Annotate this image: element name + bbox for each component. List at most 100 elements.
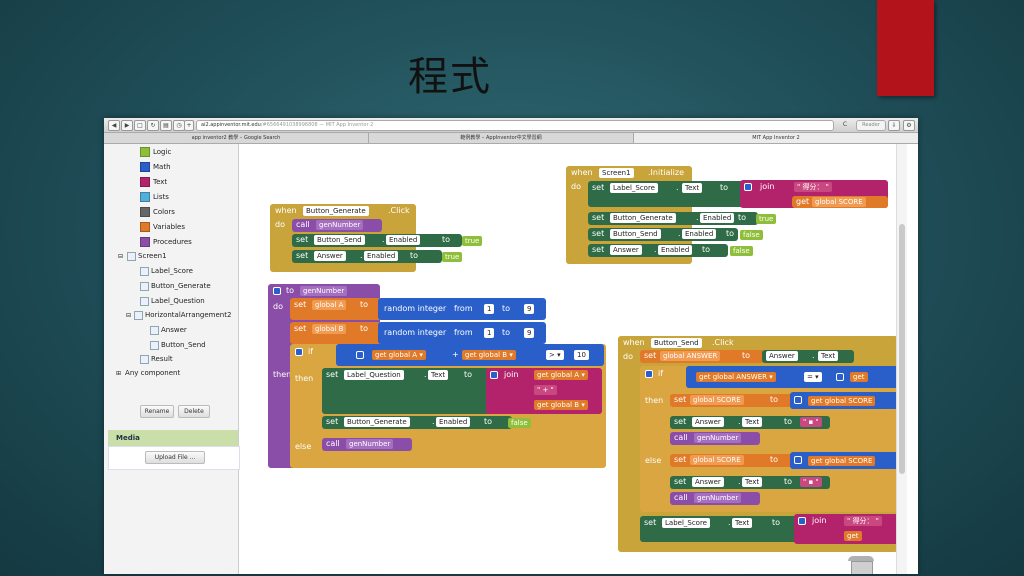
sidebar-item-lists[interactable]: Lists	[140, 192, 169, 202]
number-field[interactable]: 1	[484, 304, 495, 314]
set-answer-enabled-block[interactable]: set Answer . Enabled to	[292, 250, 442, 263]
add-tab-icon[interactable]: +	[184, 120, 194, 131]
variable-dropdown[interactable]: global SCORE	[825, 457, 873, 465]
set-answer-text-block[interactable]: set Answer . Text to " ▪ "	[670, 476, 830, 489]
refresh-icon[interactable]: C	[840, 120, 850, 129]
logic-false-block[interactable]: false	[740, 230, 763, 240]
property-dropdown[interactable]: Text	[742, 477, 763, 487]
upload-file-button[interactable]: Upload File ...	[145, 451, 205, 464]
tree-item-result[interactable]: Result	[140, 354, 173, 364]
workspace-scrollbar[interactable]	[896, 144, 907, 574]
call-gennumber-block[interactable]: call genNumber	[670, 492, 760, 505]
compare-block[interactable]: get global ANSWER ▾ = ▾ get	[686, 366, 898, 388]
variable-dropdown[interactable]: global ANSWER	[660, 351, 721, 361]
get-score-block[interactable]: get global SCORE	[792, 196, 888, 208]
mutator-gear-icon[interactable]	[836, 373, 844, 381]
address-bar[interactable]: ai2.appinventor.mit.edu/#656649103899680…	[196, 120, 834, 131]
component-dropdown[interactable]: Answer	[314, 251, 346, 261]
call-gennumber-block[interactable]: call genNumber	[322, 438, 412, 451]
set-global-answer-block[interactable]: set global ANSWER to	[640, 350, 764, 363]
tree-item-any-component[interactable]: ⊞ Any component	[116, 368, 180, 379]
set-label-question-block[interactable]: set Label_Question . Text to	[322, 368, 490, 414]
tree-item-answer[interactable]: Answer	[150, 325, 187, 335]
mutator-gear-icon[interactable]	[798, 517, 806, 525]
random-integer-block[interactable]: random integer from 1 to 9	[378, 322, 546, 344]
tab-tutorial[interactable]: 範例教學 – AppInventor中文學習網	[369, 133, 634, 143]
procedure-dropdown[interactable]: genNumber	[316, 220, 364, 230]
operator-dropdown[interactable]: > ▾	[546, 350, 564, 360]
set-global-score-block[interactable]: set global SCORE to	[670, 454, 792, 467]
component-dropdown[interactable]: Answer	[610, 245, 642, 255]
variable-dropdown[interactable]: global SCORE	[690, 455, 744, 465]
forward-icon[interactable]: ▶	[121, 120, 133, 131]
rename-button[interactable]: Rename	[140, 405, 174, 418]
property-dropdown[interactable]: Enabled	[700, 213, 735, 223]
tree-item-button-generate[interactable]: Button_Generate	[140, 281, 211, 291]
component-dropdown[interactable]: Screen1	[599, 168, 634, 178]
logic-false-block[interactable]: false	[730, 246, 753, 256]
call-gennumber-block[interactable]: call genNumber	[670, 432, 760, 445]
property-dropdown[interactable]: Enabled	[364, 251, 399, 261]
mutator-gear-icon[interactable]	[744, 183, 752, 191]
get-global-score-block[interactable]: get global SCORE	[808, 396, 876, 406]
procedure-name-field[interactable]: genNumber	[300, 286, 348, 296]
variable-dropdown[interactable]: global SCORE	[825, 397, 873, 405]
math-subtract-block[interactable]: get global SCORE	[790, 452, 898, 469]
get-global-a-block[interactable]: get global A ▾	[534, 370, 588, 380]
mutator-gear-icon[interactable]	[794, 456, 802, 464]
variable-dropdown[interactable]: global B	[312, 324, 347, 334]
set-send-enabled-block[interactable]: set Button_Send . Enabled to	[588, 228, 738, 241]
sidebar-item-logic[interactable]: Logic	[140, 147, 171, 157]
property-dropdown[interactable]: Enabled	[658, 245, 693, 255]
empty-text-block[interactable]: " ▪ "	[800, 417, 822, 427]
sidebar-item-variables[interactable]: Variables	[140, 222, 185, 232]
compare-block[interactable]: get global A ▾ + get global B ▾ > ▾ 10	[336, 344, 604, 366]
tree-item-screen1[interactable]: ⊟ Screen1	[118, 251, 167, 262]
variable-dropdown[interactable]: global B	[551, 401, 579, 409]
collapse-icon[interactable]: ⊟	[118, 253, 123, 260]
get-global-answer-block[interactable]: get global ANSWER ▾	[696, 372, 776, 382]
procedure-dropdown[interactable]: genNumber	[694, 433, 742, 443]
text-string[interactable]: " 得分： "	[794, 182, 832, 192]
tab-google[interactable]: app inventor2 教學 – Google Search	[104, 133, 369, 143]
delete-button[interactable]: Delete	[178, 405, 210, 418]
component-dropdown[interactable]: Answer	[692, 477, 724, 487]
mutator-gear-icon[interactable]	[645, 370, 653, 378]
get-block-truncated[interactable]: get	[850, 372, 868, 382]
component-dropdown[interactable]: Button_Send	[314, 235, 365, 245]
join-block[interactable]: join get global A ▾ " + " get global B ▾	[486, 368, 602, 414]
number-field[interactable]: 10	[574, 350, 589, 360]
property-dropdown[interactable]: Enabled	[436, 417, 471, 427]
mutator-gear-icon[interactable]	[794, 396, 802, 404]
set-send-enabled-block[interactable]: set Button_Send . Enabled to	[292, 234, 462, 247]
procedure-dropdown[interactable]: genNumber	[346, 439, 394, 449]
property-dropdown[interactable]: Text	[742, 417, 763, 427]
mutator-gear-icon[interactable]	[490, 371, 498, 379]
logic-true-block[interactable]: true	[756, 214, 777, 224]
reload-icon[interactable]: ↻	[147, 120, 159, 131]
share-icon[interactable]: □	[134, 120, 146, 131]
blocks-workspace[interactable]: when Screen1 .Initialize do set Label_Sc…	[246, 144, 898, 574]
variable-dropdown[interactable]: global A	[551, 371, 579, 379]
back-icon[interactable]: ◀	[108, 120, 120, 131]
tree-item-button-send[interactable]: Button_Send	[150, 340, 206, 350]
set-answer-text-block[interactable]: set Answer . Text to " ▪ "	[670, 416, 830, 429]
expand-icon[interactable]: ⊞	[116, 370, 121, 377]
sidebar-item-math[interactable]: Math	[140, 162, 171, 172]
variable-dropdown[interactable]: global SCORE	[812, 197, 866, 207]
trash-can-icon[interactable]	[846, 556, 876, 574]
tab-app-inventor[interactable]: MIT App Inventor 2	[634, 133, 918, 143]
reader-button[interactable]: Reader	[856, 120, 886, 131]
mutator-gear-icon[interactable]	[295, 348, 303, 356]
set-global-score-block[interactable]: set global SCORE to	[670, 394, 792, 407]
property-dropdown[interactable]: Enabled	[682, 229, 717, 239]
scroll-thumb[interactable]	[899, 224, 905, 474]
property-dropdown[interactable]: Text	[428, 370, 449, 380]
text-string[interactable]: " + "	[534, 385, 557, 395]
logic-true-block[interactable]: true	[462, 236, 483, 246]
logic-false-block[interactable]: false	[508, 418, 531, 428]
call-gennumber-block[interactable]: call genNumber	[292, 219, 382, 232]
variable-dropdown[interactable]: global B	[479, 351, 507, 359]
property-dropdown[interactable]: Enabled	[386, 235, 421, 245]
property-dropdown[interactable]: Text	[682, 183, 703, 193]
